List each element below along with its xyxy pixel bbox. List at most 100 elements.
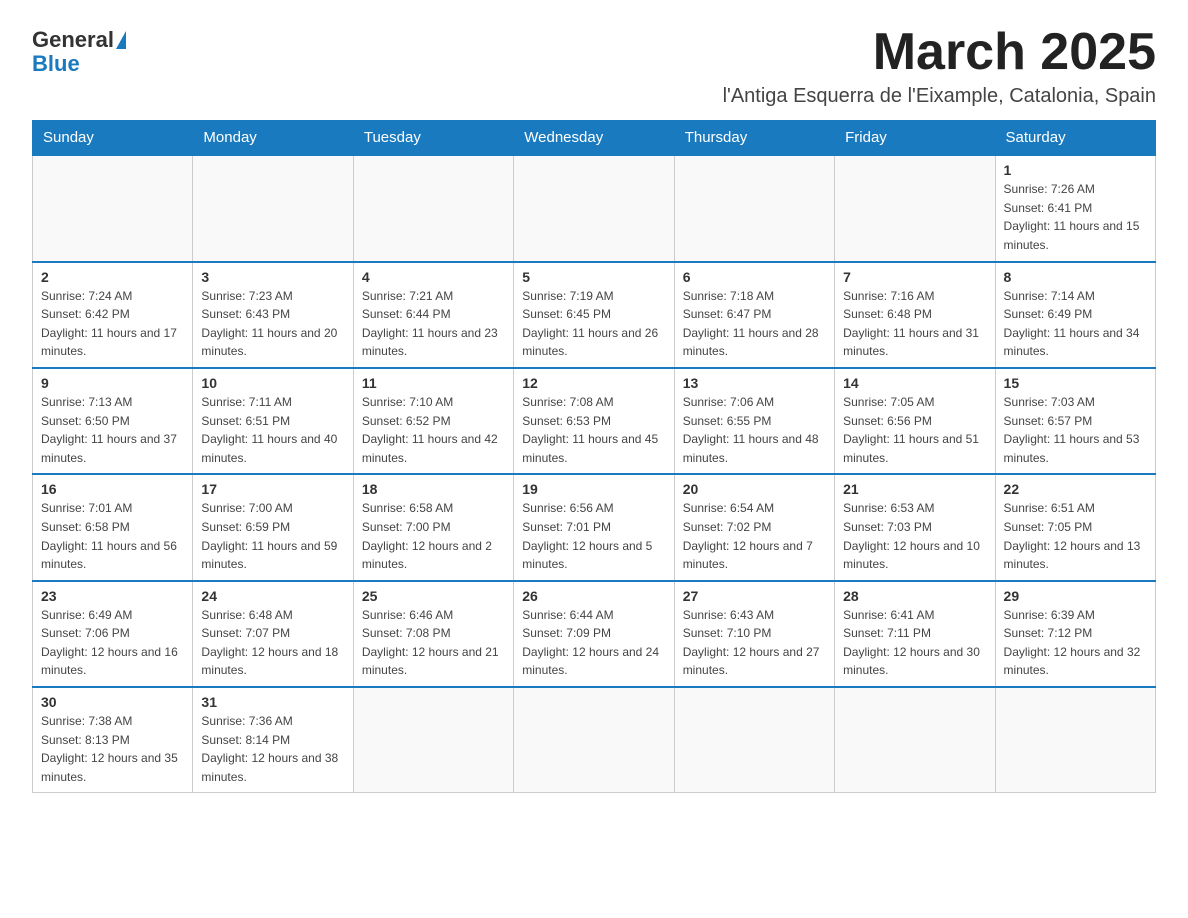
day-info: Sunrise: 7:13 AMSunset: 6:50 PMDaylight:…: [41, 393, 184, 467]
day-info: Sunrise: 7:21 AMSunset: 6:44 PMDaylight:…: [362, 287, 505, 361]
calendar-cell: 20 Sunrise: 6:54 AMSunset: 7:02 PMDayligh…: [674, 474, 834, 580]
calendar-cell: 25 Sunrise: 6:46 AMSunset: 7:08 PMDayligh…: [353, 581, 513, 687]
day-info: Sunrise: 7:24 AMSunset: 6:42 PMDaylight:…: [41, 287, 184, 361]
calendar-cell: 28Sunrise: 6:41 AMSunset: 7:11 PMDayligh…: [835, 581, 995, 687]
day-info: Sunrise: 6:48 AMSunset: 7:07 PMDaylight:…: [201, 606, 344, 680]
location-title: l'Antiga Esquerra de l'Eixample, Catalon…: [723, 85, 1156, 108]
calendar-cell: 9 Sunrise: 7:13 AMSunset: 6:50 PMDaylight…: [33, 368, 193, 474]
logo: General Blue: [32, 24, 126, 76]
day-number: 15: [1004, 375, 1147, 391]
calendar-cell: [33, 155, 193, 261]
weekday-header-sunday: Sunday: [33, 121, 193, 156]
day-number: 28: [843, 588, 986, 604]
calendar-week-row: 1Sunrise: 7:26 AMSunset: 6:41 PMDaylight…: [33, 155, 1156, 261]
calendar-cell: 12Sunrise: 7:08 AMSunset: 6:53 PMDayligh…: [514, 368, 674, 474]
day-number: 7: [843, 269, 986, 285]
calendar-cell: 21 Sunrise: 6:53 AMSunset: 7:03 PMDayligh…: [835, 474, 995, 580]
calendar-cell: [835, 155, 995, 261]
day-number: 13: [683, 375, 826, 391]
calendar-week-row: 23 Sunrise: 6:49 AMSunset: 7:06 PMDayligh…: [33, 581, 1156, 687]
month-title: March 2025: [723, 24, 1156, 81]
calendar-cell: 6 Sunrise: 7:18 AMSunset: 6:47 PMDaylight…: [674, 262, 834, 368]
calendar-cell: [514, 155, 674, 261]
day-number: 26: [522, 588, 665, 604]
calendar-cell: [353, 155, 513, 261]
calendar-cell: 15 Sunrise: 7:03 AMSunset: 6:57 PMDayligh…: [995, 368, 1155, 474]
calendar-cell: [674, 687, 834, 793]
day-info: Sunrise: 6:46 AMSunset: 7:08 PMDaylight:…: [362, 606, 505, 680]
weekday-header-saturday: Saturday: [995, 121, 1155, 156]
calendar-cell: [193, 155, 353, 261]
weekday-header-wednesday: Wednesday: [514, 121, 674, 156]
calendar-cell: 23 Sunrise: 6:49 AMSunset: 7:06 PMDayligh…: [33, 581, 193, 687]
calendar-cell: 26 Sunrise: 6:44 AMSunset: 7:09 PMDayligh…: [514, 581, 674, 687]
day-number: 5: [522, 269, 665, 285]
calendar-week-row: 30 Sunrise: 7:38 AMSunset: 8:13 PMDayligh…: [33, 687, 1156, 793]
day-info: Sunrise: 6:49 AMSunset: 7:06 PMDaylight:…: [41, 606, 184, 680]
day-info: Sunrise: 7:10 AMSunset: 6:52 PMDaylight:…: [362, 393, 505, 467]
day-number: 11: [362, 375, 505, 391]
logo-triangle-icon: [116, 31, 126, 49]
header: General Blue March 2025 l'Antiga Esquerr…: [32, 24, 1156, 108]
day-number: 23: [41, 588, 184, 604]
calendar-cell: 30 Sunrise: 7:38 AMSunset: 8:13 PMDayligh…: [33, 687, 193, 793]
day-number: 18: [362, 481, 505, 497]
weekday-header-row: SundayMondayTuesdayWednesdayThursdayFrid…: [33, 121, 1156, 156]
logo-blue-text: Blue: [32, 52, 80, 76]
day-number: 6: [683, 269, 826, 285]
calendar-cell: 8Sunrise: 7:14 AMSunset: 6:49 PMDaylight…: [995, 262, 1155, 368]
day-info: Sunrise: 6:44 AMSunset: 7:09 PMDaylight:…: [522, 606, 665, 680]
calendar-cell: 3 Sunrise: 7:23 AMSunset: 6:43 PMDaylight…: [193, 262, 353, 368]
day-info: Sunrise: 6:39 AMSunset: 7:12 PMDaylight:…: [1004, 606, 1147, 680]
calendar-cell: 10Sunrise: 7:11 AMSunset: 6:51 PMDayligh…: [193, 368, 353, 474]
day-number: 25: [362, 588, 505, 604]
calendar-cell: 5 Sunrise: 7:19 AMSunset: 6:45 PMDaylight…: [514, 262, 674, 368]
day-info: Sunrise: 7:05 AMSunset: 6:56 PMDaylight:…: [843, 393, 986, 467]
weekday-header-thursday: Thursday: [674, 121, 834, 156]
calendar-cell: 7Sunrise: 7:16 AMSunset: 6:48 PMDaylight…: [835, 262, 995, 368]
day-number: 19: [522, 481, 665, 497]
day-info: Sunrise: 6:54 AMSunset: 7:02 PMDaylight:…: [683, 499, 826, 573]
logo-general-text: General: [32, 28, 114, 52]
calendar-table: SundayMondayTuesdayWednesdayThursdayFrid…: [32, 120, 1156, 793]
day-info: Sunrise: 7:03 AMSunset: 6:57 PMDaylight:…: [1004, 393, 1147, 467]
calendar-week-row: 2 Sunrise: 7:24 AMSunset: 6:42 PMDaylight…: [33, 262, 1156, 368]
calendar-cell: 14 Sunrise: 7:05 AMSunset: 6:56 PMDayligh…: [835, 368, 995, 474]
calendar-cell: 16Sunrise: 7:01 AMSunset: 6:58 PMDayligh…: [33, 474, 193, 580]
calendar-cell: 18 Sunrise: 6:58 AMSunset: 7:00 PMDayligh…: [353, 474, 513, 580]
calendar-cell: [353, 687, 513, 793]
day-info: Sunrise: 6:58 AMSunset: 7:00 PMDaylight:…: [362, 499, 505, 573]
calendar-cell: 1Sunrise: 7:26 AMSunset: 6:41 PMDaylight…: [995, 155, 1155, 261]
day-number: 3: [201, 269, 344, 285]
day-number: 9: [41, 375, 184, 391]
day-number: 10: [201, 375, 344, 391]
day-info: Sunrise: 7:06 AMSunset: 6:55 PMDaylight:…: [683, 393, 826, 467]
calendar-cell: 2 Sunrise: 7:24 AMSunset: 6:42 PMDaylight…: [33, 262, 193, 368]
calendar-cell: [674, 155, 834, 261]
day-info: Sunrise: 7:08 AMSunset: 6:53 PMDaylight:…: [522, 393, 665, 467]
day-number: 21: [843, 481, 986, 497]
weekday-header-tuesday: Tuesday: [353, 121, 513, 156]
calendar-cell: 29Sunrise: 6:39 AMSunset: 7:12 PMDayligh…: [995, 581, 1155, 687]
calendar-cell: 11 Sunrise: 7:10 AMSunset: 6:52 PMDayligh…: [353, 368, 513, 474]
day-number: 17: [201, 481, 344, 497]
day-info: Sunrise: 7:14 AMSunset: 6:49 PMDaylight:…: [1004, 287, 1147, 361]
day-info: Sunrise: 7:18 AMSunset: 6:47 PMDaylight:…: [683, 287, 826, 361]
day-number: 27: [683, 588, 826, 604]
day-info: Sunrise: 6:56 AMSunset: 7:01 PMDaylight:…: [522, 499, 665, 573]
day-info: Sunrise: 6:43 AMSunset: 7:10 PMDaylight:…: [683, 606, 826, 680]
day-number: 30: [41, 694, 184, 710]
day-info: Sunrise: 7:19 AMSunset: 6:45 PMDaylight:…: [522, 287, 665, 361]
day-info: Sunrise: 6:53 AMSunset: 7:03 PMDaylight:…: [843, 499, 986, 573]
day-info: Sunrise: 7:38 AMSunset: 8:13 PMDaylight:…: [41, 712, 184, 786]
day-number: 2: [41, 269, 184, 285]
day-info: Sunrise: 7:26 AMSunset: 6:41 PMDaylight:…: [1004, 180, 1147, 254]
day-number: 20: [683, 481, 826, 497]
day-number: 31: [201, 694, 344, 710]
day-number: 14: [843, 375, 986, 391]
calendar-cell: [835, 687, 995, 793]
calendar-cell: 31Sunrise: 7:36 AMSunset: 8:14 PMDayligh…: [193, 687, 353, 793]
calendar-week-row: 16Sunrise: 7:01 AMSunset: 6:58 PMDayligh…: [33, 474, 1156, 580]
day-info: Sunrise: 7:23 AMSunset: 6:43 PMDaylight:…: [201, 287, 344, 361]
calendar-week-row: 9 Sunrise: 7:13 AMSunset: 6:50 PMDaylight…: [33, 368, 1156, 474]
